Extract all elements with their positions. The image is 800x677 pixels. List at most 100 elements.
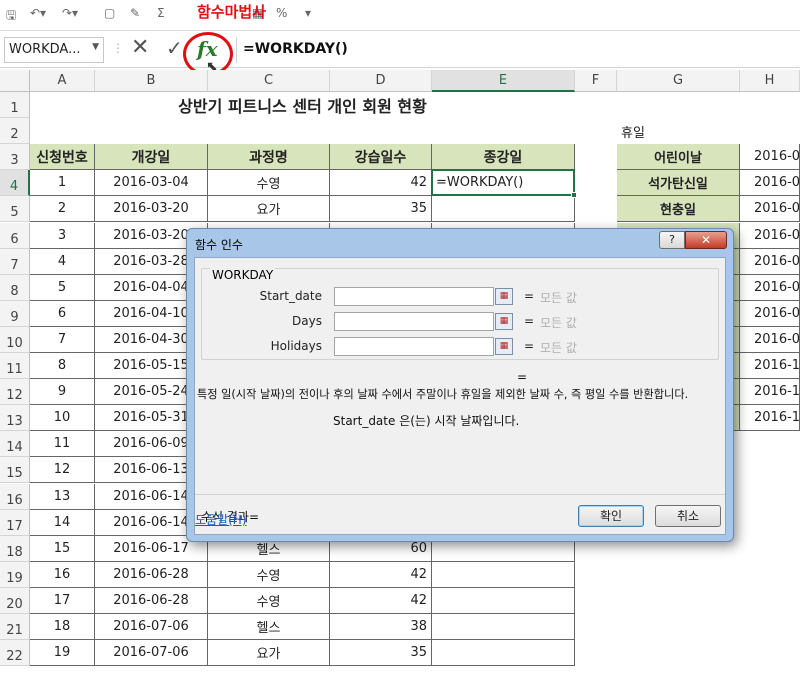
- row-header[interactable]: 13: [0, 405, 30, 432]
- record-days[interactable]: 42: [330, 170, 432, 197]
- record-no[interactable]: 12: [30, 457, 95, 484]
- holiday-name[interactable]: 현충일: [617, 196, 740, 223]
- record-days[interactable]: 35: [330, 640, 432, 667]
- record-days[interactable]: 35: [330, 196, 432, 223]
- save-icon[interactable]: 🖫: [6, 6, 16, 27]
- row-header[interactable]: 20: [0, 587, 30, 614]
- row-header[interactable]: 9: [0, 300, 30, 327]
- record-no[interactable]: 15: [30, 535, 95, 562]
- table-header[interactable]: 강습일수: [330, 144, 432, 171]
- redo-icon[interactable]: ↷▾: [62, 6, 78, 20]
- holiday-date[interactable]: 2016-09: [740, 326, 800, 353]
- help-link[interactable]: 도움말(H): [195, 511, 247, 528]
- insert-function-button[interactable]: fx: [197, 37, 218, 61]
- row-header[interactable]: 21: [0, 614, 30, 641]
- row-header[interactable]: 10: [0, 326, 30, 353]
- record-no[interactable]: 8: [30, 353, 95, 380]
- row-header[interactable]: 8: [0, 274, 30, 301]
- record-course[interactable]: 요가: [208, 196, 330, 223]
- record-no[interactable]: 18: [30, 614, 95, 641]
- collapse-dialog-icon[interactable]: ▦: [495, 313, 513, 330]
- record-days[interactable]: 42: [330, 587, 432, 614]
- row-header[interactable]: 5: [0, 196, 30, 223]
- record-end-date[interactable]: [432, 587, 575, 614]
- table-header[interactable]: 개강일: [95, 144, 208, 171]
- record-days[interactable]: 38: [330, 614, 432, 641]
- name-box[interactable]: WORKDA... ▼: [4, 37, 104, 63]
- row-header[interactable]: 16: [0, 483, 30, 510]
- record-no[interactable]: 16: [30, 561, 95, 588]
- record-start-date[interactable]: 2016-07-06: [95, 614, 208, 641]
- record-start-date[interactable]: 2016-07-06: [95, 640, 208, 667]
- customize-toolbar-icon[interactable]: ▾: [305, 6, 311, 20]
- holiday-date[interactable]: 2016-10: [740, 353, 800, 380]
- cancel-dialog-button[interactable]: 취소: [655, 505, 721, 527]
- record-course[interactable]: 수영: [208, 561, 330, 588]
- holiday-date[interactable]: 2016-06: [740, 196, 800, 223]
- column-header[interactable]: E: [432, 70, 575, 92]
- record-days[interactable]: 42: [330, 561, 432, 588]
- record-no[interactable]: 2: [30, 196, 95, 223]
- table-header[interactable]: 신청번호: [30, 144, 95, 171]
- cancel-button[interactable]: ✕: [131, 35, 149, 60]
- holiday-date[interactable]: 2016-05: [740, 144, 800, 171]
- help-button[interactable]: ?: [659, 231, 685, 249]
- record-no[interactable]: 17: [30, 587, 95, 614]
- record-no[interactable]: 13: [30, 483, 95, 510]
- record-course[interactable]: 헬스: [208, 614, 330, 641]
- record-end-date[interactable]: =WORKDAY(): [432, 170, 575, 197]
- record-no[interactable]: 10: [30, 405, 95, 432]
- holiday-date[interactable]: 2016-09: [740, 274, 800, 301]
- holiday-date[interactable]: 2016-07: [740, 222, 800, 249]
- record-end-date[interactable]: [432, 614, 575, 641]
- collapse-dialog-icon[interactable]: ▦: [495, 338, 513, 355]
- record-no[interactable]: 4: [30, 248, 95, 275]
- fill-handle[interactable]: [571, 192, 577, 199]
- more-options-icon[interactable]: ⋮: [112, 41, 124, 55]
- row-header[interactable]: 14: [0, 431, 30, 458]
- record-start-date[interactable]: 2016-03-04: [95, 170, 208, 197]
- holiday-name[interactable]: 어린이날: [617, 144, 740, 171]
- record-course[interactable]: 요가: [208, 640, 330, 667]
- close-button[interactable]: ✕: [685, 231, 727, 249]
- table-header[interactable]: 종강일: [432, 144, 575, 171]
- enter-button[interactable]: ✓: [166, 36, 183, 60]
- holiday-date[interactable]: 2016-08: [740, 248, 800, 275]
- select-all-corner[interactable]: [0, 70, 30, 92]
- record-course[interactable]: 수영: [208, 587, 330, 614]
- column-header[interactable]: H: [740, 70, 800, 92]
- row-header[interactable]: 4: [0, 170, 30, 197]
- holidays-input[interactable]: [334, 337, 494, 356]
- start-date-input[interactable]: [334, 287, 494, 306]
- collapse-dialog-icon[interactable]: ▦: [495, 288, 513, 305]
- chevron-down-icon[interactable]: ▼: [92, 42, 99, 52]
- record-end-date[interactable]: [432, 196, 575, 223]
- column-header[interactable]: B: [95, 70, 208, 92]
- row-header[interactable]: 18: [0, 535, 30, 562]
- record-end-date[interactable]: [432, 640, 575, 667]
- record-start-date[interactable]: 2016-06-28: [95, 561, 208, 588]
- row-header[interactable]: 17: [0, 509, 30, 536]
- record-no[interactable]: 3: [30, 222, 95, 249]
- row-header[interactable]: 19: [0, 561, 30, 588]
- table-header[interactable]: 과정명: [208, 144, 330, 171]
- print-preview-icon[interactable]: ▢: [104, 6, 115, 20]
- days-input[interactable]: [334, 312, 494, 331]
- holiday-date[interactable]: 2016-09: [740, 300, 800, 327]
- holiday-date[interactable]: 2016-05: [740, 170, 800, 197]
- row-header[interactable]: 3: [0, 144, 30, 171]
- column-header[interactable]: D: [330, 70, 432, 92]
- holiday-name[interactable]: 석가탄신일: [617, 170, 740, 197]
- record-no[interactable]: 19: [30, 640, 95, 667]
- row-header[interactable]: 11: [0, 353, 30, 380]
- record-no[interactable]: 11: [30, 431, 95, 458]
- formula-input[interactable]: =WORKDAY(): [243, 41, 348, 57]
- column-header[interactable]: G: [617, 70, 740, 92]
- undo-icon[interactable]: ↶▾: [30, 6, 46, 20]
- format-painter-icon[interactable]: ✎: [130, 6, 140, 20]
- sheet-title[interactable]: 상반기 피트니스 센터 개인 회원 현황: [30, 92, 575, 118]
- record-start-date[interactable]: 2016-03-20: [95, 196, 208, 223]
- record-no[interactable]: 5: [30, 274, 95, 301]
- row-header[interactable]: 12: [0, 379, 30, 406]
- record-start-date[interactable]: 2016-06-28: [95, 587, 208, 614]
